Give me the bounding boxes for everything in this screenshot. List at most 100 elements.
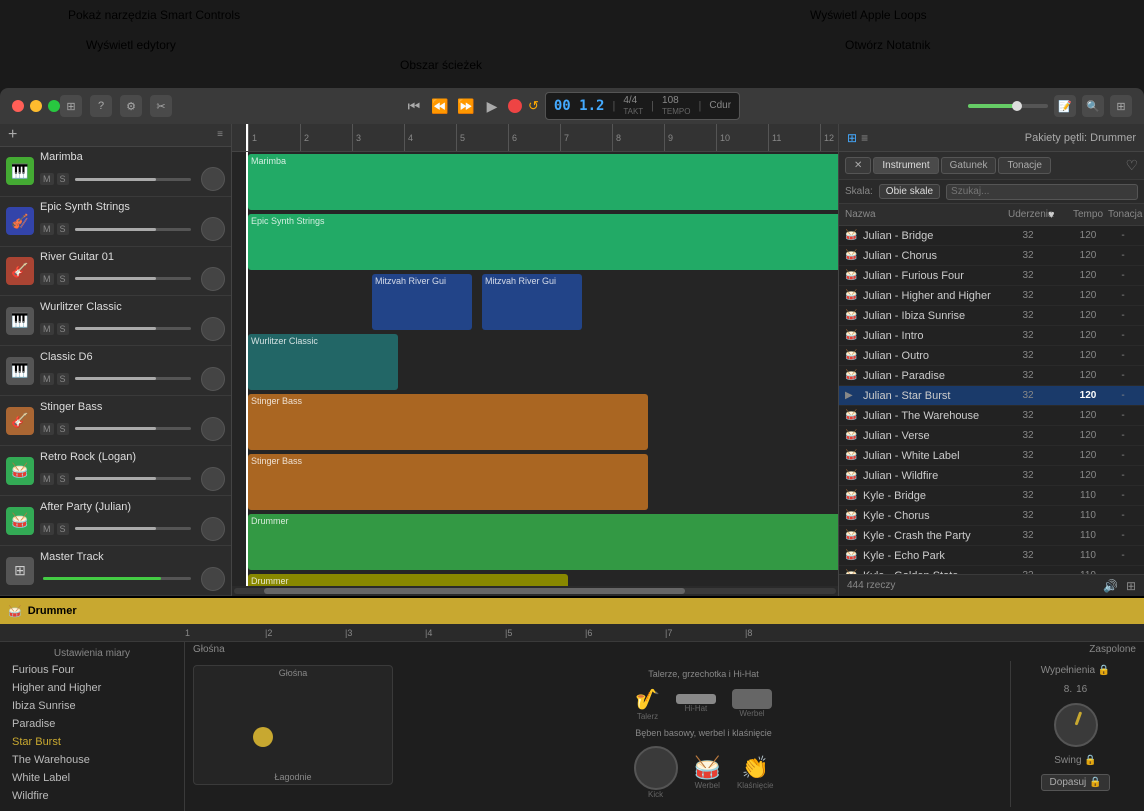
loop-item-14[interactable]: 🥁Kyle - Chorus32110- <box>839 506 1144 526</box>
loop-item-17[interactable]: 🥁Kyle - Golden State32110- <box>839 566 1144 574</box>
track-item-marimba[interactable]: 🎹 Marimba M S <box>0 147 231 197</box>
loop-item-13[interactable]: 🥁Kyle - Bridge32110- <box>839 486 1144 506</box>
drum-kick[interactable]: Kick <box>634 746 678 799</box>
record-button[interactable] <box>508 99 522 113</box>
scrollbar-thumb[interactable] <box>264 588 685 594</box>
loop-item-11[interactable]: 🥁Julian - White Label32120- <box>839 446 1144 466</box>
loops-button[interactable]: ⊞ <box>1110 95 1132 117</box>
loop-item-6[interactable]: 🥁Julian - Outro32120- <box>839 346 1144 366</box>
loop-item-15[interactable]: 🥁Kyle - Crash the Party32110- <box>839 526 1144 546</box>
track-item-master[interactable]: ⊞ Master Track <box>0 546 231 596</box>
drummer-preset-furious[interactable]: Furious Four <box>0 661 184 679</box>
track-volume-master[interactable] <box>43 577 191 580</box>
track-solo-epic-synth[interactable]: S <box>57 223 69 235</box>
track-volume-wurlitzer[interactable] <box>75 327 191 330</box>
track-solo-river-guitar[interactable]: S <box>57 273 69 285</box>
notepad-button[interactable]: 📝 <box>1054 95 1076 117</box>
track-area[interactable]: Marimba Marimba Epic Synth Strings Epic … <box>232 152 838 586</box>
loop-item-4[interactable]: 🥁Julian - Ibiza Sunrise32120- <box>839 306 1144 326</box>
track-volume-classic-d6[interactable] <box>75 377 191 380</box>
loop-item-0[interactable]: 🥁Julian - Bridge32120- <box>839 226 1144 246</box>
drum-clap[interactable]: 👏 Klaśnięcie <box>737 755 773 790</box>
loops-list[interactable]: 🥁Julian - Bridge32120-🥁Julian - Chorus32… <box>839 226 1144 574</box>
drummer-preset-white-label[interactable]: White Label <box>0 769 184 787</box>
drummer-preset-wildfire[interactable]: Wildfire <box>0 787 184 805</box>
loop-item-9[interactable]: 🥁Julian - The Warehouse32120- <box>839 406 1144 426</box>
drummer-preset-starburst[interactable]: Star Burst <box>0 733 184 751</box>
track-volume-river-guitar[interactable] <box>75 277 191 280</box>
drummer-preset-paradise[interactable]: Paradise <box>0 715 184 733</box>
track-mute-epic-synth[interactable]: M <box>40 223 54 235</box>
track-solo-wurlitzer[interactable]: S <box>57 323 69 335</box>
track-pan-marimba[interactable] <box>201 167 225 191</box>
minimize-button[interactable] <box>30 100 42 112</box>
loops-heart-filter[interactable]: ♡ <box>1125 157 1138 174</box>
track-mute-wurlitzer[interactable]: M <box>40 323 54 335</box>
region-stinger-1[interactable]: Stinger Bass <box>248 394 648 450</box>
volume-knob[interactable] <box>1012 101 1022 111</box>
track-mute-after-party[interactable]: M <box>40 523 54 535</box>
track-pan-stinger-bass[interactable] <box>201 417 225 441</box>
track-volume-epic-synth[interactable] <box>75 228 191 231</box>
loops-filter-tonality[interactable]: Tonacje <box>998 157 1050 174</box>
loop-item-7[interactable]: 🥁Julian - Paradise32120- <box>839 366 1144 386</box>
scissors-button[interactable]: ✂ <box>150 95 172 117</box>
loop-item-2[interactable]: 🥁Julian - Furious Four32120- <box>839 266 1144 286</box>
drum-snare[interactable]: Werbel <box>732 689 772 718</box>
track-list-options[interactable]: ≡ <box>217 129 223 140</box>
track-pan-wurlitzer[interactable] <box>201 317 225 341</box>
loops-search-input[interactable] <box>946 184 1138 200</box>
track-item-classic-d6[interactable]: 🎹 Classic D6 M S <box>0 346 231 396</box>
track-mute-classic-d6[interactable]: M <box>40 373 54 385</box>
loop-item-1[interactable]: 🥁Julian - Chorus32120- <box>839 246 1144 266</box>
library-button[interactable]: ⊞ <box>60 95 82 117</box>
drummer-preset-ibiza[interactable]: Ibiza Sunrise <box>0 697 184 715</box>
drummer-preset-warehouse[interactable]: The Warehouse <box>0 751 184 769</box>
loops-footer-volume-icon[interactable]: 🔊 <box>1103 579 1118 593</box>
track-pan-epic-synth[interactable] <box>201 217 225 241</box>
track-mute-stinger-bass[interactable]: M <box>40 423 54 435</box>
loop-item-8[interactable]: ▶Julian - Star Burst32120- <box>839 386 1144 406</box>
track-item-wurlitzer[interactable]: 🎹 Wurlitzer Classic M S <box>0 296 231 346</box>
drummer-match-button[interactable]: Dopasuj 🔒 <box>1041 774 1111 791</box>
cycle-button[interactable]: ↺ <box>528 98 539 114</box>
track-pan-master[interactable] <box>201 567 225 591</box>
close-button[interactable] <box>12 100 24 112</box>
loops-scale-value[interactable]: Obie skale <box>879 184 940 199</box>
region-guitar-1[interactable]: Mitzvah River Gui <box>372 274 472 330</box>
track-solo-classic-d6[interactable]: S <box>57 373 69 385</box>
drummer-feel-point[interactable] <box>253 727 273 747</box>
track-mute-marimba[interactable]: M <box>40 173 54 185</box>
help-button[interactable]: ? <box>90 95 112 117</box>
track-mute-retro-rock[interactable]: M <box>40 473 54 485</box>
region-guitar-2[interactable]: Mitzvah River Gui <box>482 274 582 330</box>
region-bass-1[interactable]: Stinger Bass <box>248 454 648 510</box>
track-solo-retro-rock[interactable]: S <box>57 473 69 485</box>
region-marimba-1[interactable]: Marimba <box>248 154 838 210</box>
drum-hihat[interactable]: Hi-Hat <box>676 694 716 713</box>
track-volume-retro-rock[interactable] <box>75 477 191 480</box>
track-solo-after-party[interactable]: S <box>57 523 69 535</box>
region-after-party-1[interactable]: Drummer <box>248 574 568 586</box>
track-item-after-party[interactable]: 🥁 After Party (Julian) M S <box>0 496 231 546</box>
maximize-button[interactable] <box>48 100 60 112</box>
loops-filter-genre[interactable]: Gatunek <box>941 157 997 174</box>
track-pan-retro-rock[interactable] <box>201 467 225 491</box>
track-pan-after-party[interactable] <box>201 517 225 541</box>
drummer-preset-higher[interactable]: Higher and Higher <box>0 679 184 697</box>
forward-button[interactable]: ⏩ <box>456 98 476 115</box>
master-volume[interactable] <box>968 104 1048 108</box>
track-solo-marimba[interactable]: S <box>57 173 69 185</box>
loop-item-5[interactable]: 🥁Julian - Intro32120- <box>839 326 1144 346</box>
track-item-stinger-bass[interactable]: 🎸 Stinger Bass M S <box>0 396 231 446</box>
drummer-feel-pad[interactable]: Głośna Łagodnie <box>193 665 393 785</box>
track-volume-stinger-bass[interactable] <box>75 427 191 430</box>
loops-tab-grid[interactable]: ⊞ <box>847 131 857 145</box>
drum-snare2[interactable]: 🥁 Werbel <box>694 755 721 790</box>
track-volume-after-party[interactable] <box>75 527 191 530</box>
loops-close-button[interactable]: ✕ <box>845 157 871 174</box>
rewind-button[interactable]: ⏮ <box>404 98 424 115</box>
track-pan-classic-d6[interactable] <box>201 367 225 391</box>
loops-filter-instrument[interactable]: Instrument <box>873 157 938 174</box>
back-button[interactable]: ⏪ <box>430 98 450 115</box>
